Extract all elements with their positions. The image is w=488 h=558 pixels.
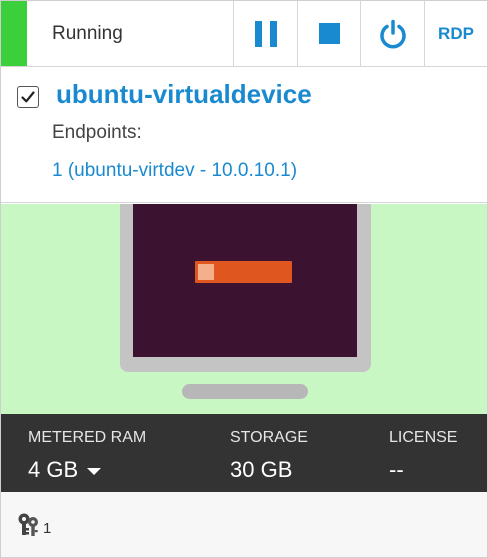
vm-name-link[interactable]: ubuntu-virtualdevice: [56, 79, 312, 110]
license-label: LICENSE: [389, 429, 458, 446]
vm-card: Running RDP ubuntu-virtualdevice Endpoin…: [0, 0, 488, 558]
ram-dropdown[interactable]: 4 GB: [28, 457, 102, 483]
pause-icon: [254, 20, 277, 47]
select-checkbox[interactable]: [17, 86, 39, 108]
chevron-down-icon: [87, 467, 102, 475]
checkmark-icon: [21, 91, 35, 103]
monitor-stand: [182, 384, 308, 399]
power-button[interactable]: [360, 1, 424, 66]
license-value: --: [389, 457, 404, 482]
status-label: Running: [52, 23, 123, 44]
power-icon: [379, 19, 406, 48]
vm-info: ubuntu-virtualdevice Endpoints: 1 (ubunt…: [1, 67, 487, 203]
ram-label: METERED RAM: [28, 429, 147, 446]
vm-specs: METERED RAM 4 GB STORAGE 30 GB LICENSE -…: [1, 414, 487, 492]
keys-count: 1: [43, 520, 52, 537]
pause-button[interactable]: [233, 1, 297, 66]
stop-button[interactable]: [297, 1, 360, 66]
vm-footer: 1: [1, 492, 487, 557]
vm-preview[interactable]: [1, 204, 487, 414]
endpoint-link[interactable]: 1 (ubuntu-virtdev - 10.0.10.1): [52, 160, 297, 182]
storage-value: 30 GB: [230, 457, 293, 482]
ram-value: 4 GB: [28, 457, 79, 482]
screen-thumbnail: [133, 204, 357, 357]
status-indicator: [1, 1, 27, 66]
keys-icon[interactable]: [16, 512, 42, 538]
login-field-graphic: [195, 261, 292, 283]
vm-toolbar: Running RDP: [1, 1, 487, 67]
monitor-frame: [120, 204, 371, 372]
endpoints-label: Endpoints:: [52, 122, 142, 143]
storage-label: STORAGE: [230, 429, 308, 446]
rdp-button[interactable]: RDP: [424, 1, 487, 66]
stop-icon: [318, 23, 340, 44]
rdp-label: RDP: [438, 23, 474, 43]
